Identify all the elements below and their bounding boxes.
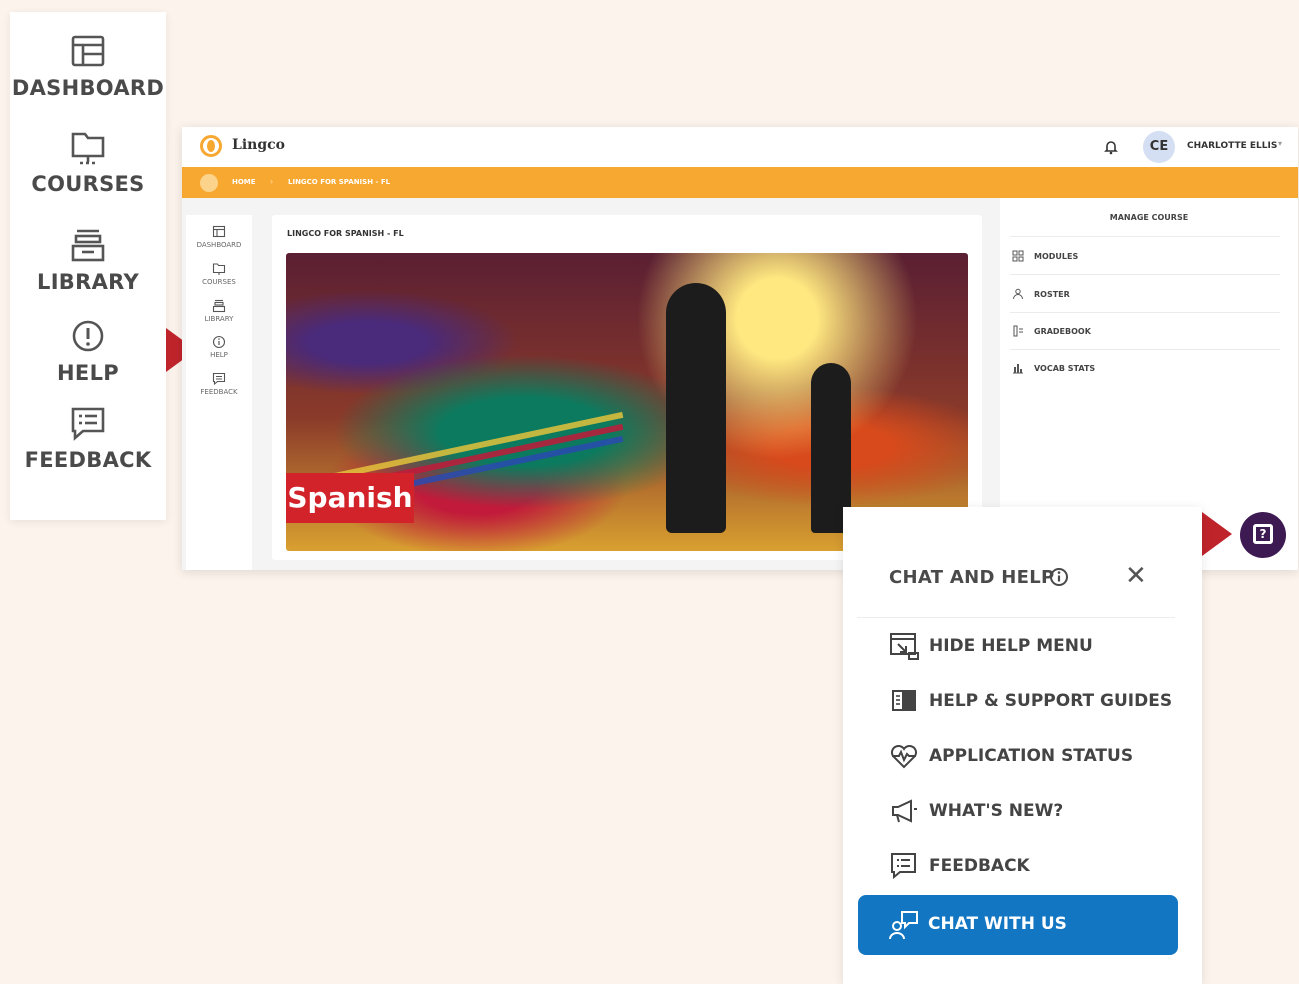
dashboard-icon [212, 225, 226, 238]
menu-item-label: APPLICATION STATUS [929, 746, 1134, 766]
pointer-arrow-help-button [1202, 512, 1232, 556]
breadcrumb-home[interactable]: HOME [232, 178, 256, 186]
popover-title: CHAT AND HELP [889, 567, 1055, 588]
manage-item-label: ROSTER [1034, 290, 1070, 299]
breadcrumb-current: LINGCO FOR SPANISH - FL [288, 178, 391, 186]
info-icon[interactable] [1049, 567, 1069, 587]
book-icon [892, 690, 916, 711]
feedback-icon [71, 407, 105, 441]
course-title: LINGCO FOR SPANISH - FL [287, 229, 404, 238]
app-sidebar-label: LIBRARY [204, 315, 234, 323]
app-sidebar-label: HELP [210, 351, 228, 359]
sidebar-item-label: LIBRARY [37, 270, 139, 294]
help-button[interactable]: ? [1240, 512, 1286, 558]
sidebar-item-label: COURSES [31, 172, 145, 196]
feedback-icon [891, 853, 916, 880]
avatar[interactable]: CE [1143, 131, 1175, 163]
user-name[interactable]: CHARLOTTE ELLIS [1187, 141, 1277, 151]
sidebar-item-library[interactable]: LIBRARY [10, 226, 166, 294]
app-logo-text[interactable]: Lingco [232, 137, 285, 153]
banner-decoration [666, 283, 726, 533]
sidebar-item-feedback[interactable]: FEEDBACK [10, 404, 166, 472]
manage-item-label: MODULES [1034, 252, 1079, 261]
app-sidebar-item-help[interactable]: HELP [186, 335, 252, 359]
chevron-down-icon[interactable]: ▾ [1278, 139, 1282, 148]
divider [1010, 236, 1280, 237]
feedback-icon [212, 372, 226, 386]
divider [1010, 349, 1280, 350]
library-icon [212, 299, 226, 313]
menu-item-label: HELP & SUPPORT GUIDES [929, 691, 1173, 711]
sidebar-item-courses[interactable]: COURSES [10, 128, 166, 196]
hide-window-icon [890, 633, 919, 660]
app-sidebar-item-courses[interactable]: COURSES [186, 262, 252, 286]
sidebar-item-label: HELP [57, 361, 119, 385]
dashboard-icon [71, 35, 105, 67]
home-icon[interactable] [200, 174, 218, 192]
menu-item-label: HIDE HELP MENU [929, 636, 1093, 656]
app-sidebar-item-feedback[interactable]: FEEDBACK [186, 372, 252, 396]
top-bar: Lingco CE CHARLOTTE ELLIS ▾ [182, 127, 1298, 167]
bar-chart-icon [1013, 364, 1023, 374]
zoomed-sidebar: DASHBOARD COURSES LIBRARY HELP FEEDBACK [10, 12, 166, 520]
app-sidebar-label: FEEDBACK [200, 388, 238, 396]
sidebar-item-help[interactable]: HELP [10, 317, 166, 385]
gradebook-icon [1013, 325, 1023, 337]
megaphone-icon [892, 799, 917, 823]
divider [857, 617, 1175, 618]
app-sidebar: DASHBOARD COURSES LIBRARY HELP FEEDBACK [186, 215, 252, 570]
user-icon [1013, 288, 1023, 300]
manage-course-title: MANAGE COURSE [1109, 213, 1189, 222]
close-icon[interactable]: ✕ [1125, 563, 1147, 589]
manage-item-label: VOCAB STATS [1034, 364, 1096, 373]
manage-item-label: GRADEBOOK [1034, 327, 1091, 336]
app-sidebar-label: DASHBOARD [196, 241, 242, 249]
app-sidebar-item-dashboard[interactable]: DASHBOARD [186, 225, 252, 249]
library-icon [71, 229, 105, 262]
sidebar-item-label: FEEDBACK [24, 448, 152, 472]
breadcrumb-separator-icon: › [270, 177, 274, 186]
banner-label: Spanish [286, 473, 414, 523]
divider [1010, 312, 1280, 313]
sidebar-item-label: DASHBOARD [11, 76, 165, 100]
menu-item-label: WHAT'S NEW? [929, 801, 1064, 821]
help-question-icon: ? [1253, 524, 1273, 544]
heart-pulse-icon [890, 744, 918, 769]
monitor-icon [212, 263, 226, 275]
lingco-logo-icon[interactable] [200, 135, 222, 157]
app-window: Lingco CE CHARLOTTE ELLIS ▾ HOME › LINGC… [182, 127, 1298, 570]
chat-button-label: CHAT WITH US [928, 914, 1067, 934]
breadcrumb: HOME › LINGCO FOR SPANISH - FL [182, 167, 1298, 198]
chat-and-help-popover: CHAT AND HELP ✕ HIDE HELP MENU HELP & SU… [843, 507, 1202, 984]
alert-circle-icon [72, 320, 104, 352]
monitor-icon [71, 132, 105, 165]
chat-user-icon [889, 911, 918, 940]
divider [1010, 274, 1280, 275]
app-sidebar-label: COURSES [202, 278, 236, 286]
sidebar-item-dashboard[interactable]: DASHBOARD [10, 32, 166, 100]
bell-icon[interactable] [1103, 139, 1119, 155]
menu-item-label: FEEDBACK [929, 856, 1030, 876]
app-sidebar-item-library[interactable]: LIBRARY [186, 299, 252, 323]
info-circle-icon [212, 335, 226, 349]
grid-icon [1012, 250, 1024, 262]
chat-with-us-button[interactable]: CHAT WITH US [858, 895, 1178, 955]
